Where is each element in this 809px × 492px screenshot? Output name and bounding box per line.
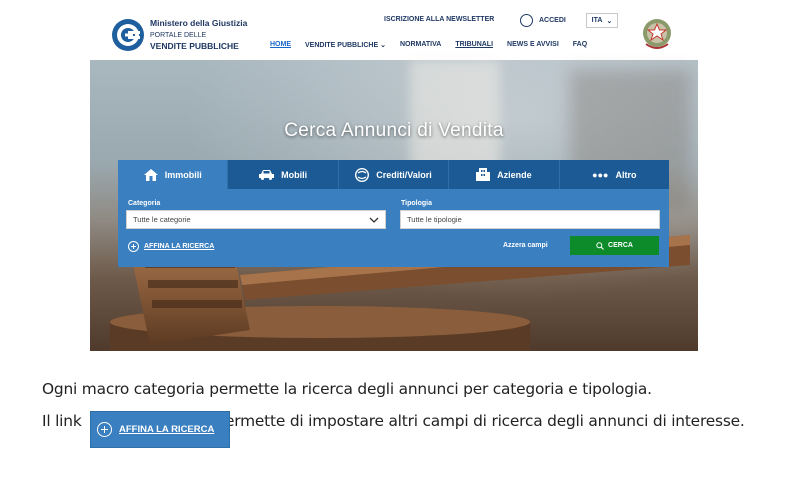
tipologia-label: Tipologia <box>401 200 432 207</box>
tab-label: Altro <box>615 169 637 180</box>
hero-title: Cerca Annunci di Vendita <box>284 120 504 141</box>
coins-icon <box>355 167 370 182</box>
nav-home[interactable]: HOME <box>270 41 291 49</box>
categoria-value: Tutte le categorie <box>133 215 191 224</box>
categoria-select[interactable]: Tutte le categorie <box>126 210 386 229</box>
nav-vendite-label: VENDITE PUBBLICHE <box>305 42 379 49</box>
building-icon <box>476 168 491 181</box>
language-value: ITA <box>591 17 603 24</box>
tab-label: Crediti/Valori <box>376 169 432 180</box>
plus-circle-icon <box>97 422 112 437</box>
tab-crediti-valori[interactable]: Crediti/Valori <box>338 160 450 189</box>
car-icon <box>259 170 275 180</box>
category-tabs: Immobili Mobili Crediti/Valori Aziende ●… <box>118 160 670 189</box>
ministry-name: Ministero della Giustizia <box>150 18 248 28</box>
nav-news[interactable]: NEWS E AVVISI <box>507 41 559 49</box>
main-nav: HOME VENDITE PUBBLICHE ⌄ NORMATIVA TRIBU… <box>270 41 601 49</box>
chevron-down-icon <box>369 217 379 223</box>
language-select[interactable]: ITA ⌄ <box>586 13 618 28</box>
plus-circle-icon <box>128 241 139 252</box>
description-line-2-end: ermette di impostare altri campi di rice… <box>225 412 745 430</box>
tab-label: Aziende <box>497 169 532 180</box>
tab-mobili[interactable]: Mobili <box>228 160 339 189</box>
cerca-button[interactable]: CERCA <box>570 236 659 255</box>
dots-icon: ●●● <box>592 169 609 180</box>
search-form: Categoria Tutte le categorie Tipologia T… <box>118 189 669 267</box>
nav-tribunali[interactable]: TRIBUNALI <box>455 41 493 49</box>
chevron-down-icon: ⌄ <box>380 42 386 49</box>
hero-banner: Cerca Annunci di Vendita Immobili Mobili… <box>90 60 698 351</box>
tipologia-select[interactable]: Tutte le tipologie <box>400 210 660 229</box>
newsletter-link[interactable]: ISCRIZIONE ALLA NEWSLETTER <box>384 16 494 23</box>
nav-normativa[interactable]: NORMATIVA <box>400 41 441 49</box>
portal-name-line1: PORTALE DELLE <box>150 32 207 39</box>
portal-header: Ministero della Giustizia PORTALE DELLE … <box>90 8 698 60</box>
chevron-down-icon: ⌄ <box>606 17 613 25</box>
tab-immobili[interactable]: Immobili <box>118 160 229 189</box>
affina-ricerca-link[interactable]: AFFINA LA RICERCA <box>128 241 214 252</box>
search-icon <box>596 241 604 250</box>
user-icon <box>520 14 533 27</box>
affina-label: AFFINA LA RICERCA <box>144 243 215 250</box>
tab-altro[interactable]: ●●● Altro <box>559 160 670 189</box>
description-line-1: Ogni macro categoria permette la ricerca… <box>42 380 652 398</box>
italian-emblem-icon <box>643 19 671 49</box>
login-link[interactable]: ACCEDI <box>520 14 566 27</box>
description-line-2-start: Il link <box>42 412 82 430</box>
portal-name-line2: VENDITE PUBBLICHE <box>150 41 239 51</box>
categoria-label: Categoria <box>128 200 161 207</box>
nav-vendite-pubbliche[interactable]: VENDITE PUBBLICHE ⌄ <box>305 41 386 49</box>
tipologia-value: Tutte le tipologie <box>407 215 462 224</box>
portal-screenshot: Ministero della Giustizia PORTALE DELLE … <box>90 8 698 351</box>
inline-affina-ricerca-button[interactable]: AFFINA LA RICERCA <box>90 411 230 448</box>
azzera-campi-link[interactable]: Azzera campi <box>503 242 548 249</box>
tab-label: Immobili <box>164 169 202 180</box>
nav-faq[interactable]: FAQ <box>573 41 587 49</box>
ministry-logo-icon[interactable] <box>111 18 145 52</box>
login-label: ACCEDI <box>539 17 566 24</box>
search-panel: Immobili Mobili Crediti/Valori Aziende ●… <box>118 160 670 267</box>
portal-logo-text[interactable]: Ministero della Giustizia PORTALE DELLE … <box>150 18 247 52</box>
tab-label: Mobili <box>281 169 308 180</box>
inline-affina-label: AFFINA LA RICERCA <box>119 424 215 435</box>
house-icon <box>143 168 158 181</box>
cerca-label: CERCA <box>608 242 633 249</box>
tab-aziende[interactable]: Aziende <box>449 160 560 189</box>
